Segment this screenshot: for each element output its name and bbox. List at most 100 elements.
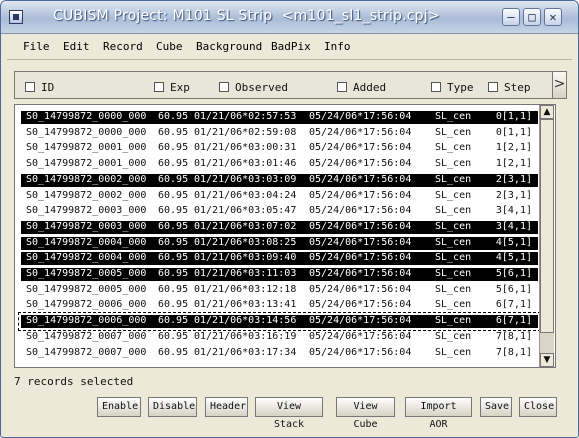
cell-exp: 60.95	[158, 111, 189, 122]
cell-id: S0_14799872_0007_000	[26, 346, 147, 358]
checkbox-icon[interactable]	[431, 82, 441, 92]
cell-id: S0_14799872_0005_000	[26, 268, 147, 279]
scroll-down-icon[interactable]: ▼	[540, 353, 554, 367]
column-toggle-step[interactable]: Step	[488, 81, 531, 94]
table-row[interactable]: S0_14799872_0005_000 60.95 01/21/06*03:12:…	[21, 284, 538, 297]
scroll-up-icon[interactable]: ▲	[540, 105, 554, 119]
menu-badpix[interactable]: BadPix	[271, 40, 311, 53]
checkbox-icon[interactable]	[154, 82, 164, 92]
table-row[interactable]: S0_14799872_0002_000 60.95 01/21/06*03:03:…	[21, 173, 538, 187]
cell-added: 05/24/06*17:56:04	[309, 142, 412, 154]
table-row[interactable]: S0_14799872_0006_000 60.95 01/21/06*03:13:…	[21, 299, 538, 312]
cell-id: S0_14799872_0002_000	[26, 173, 147, 185]
column-toggle-added[interactable]: Added	[337, 81, 386, 94]
table-row[interactable]: S0_14799872_0002_000 60.95 01/21/06*03:04:…	[21, 190, 538, 203]
cell-id: S0_14799872_0004_000	[26, 252, 147, 264]
cell-type: SL_cen	[435, 252, 472, 264]
cell-observed: 01/21/06*03:14:56	[194, 315, 297, 327]
scrollbar-thumb[interactable]	[540, 119, 554, 333]
cell-exp: 60.95	[158, 173, 189, 185]
checkbox-icon[interactable]	[488, 82, 498, 92]
column-toggle-id[interactable]: ID	[25, 81, 54, 94]
cell-exp: 60.95	[158, 346, 189, 358]
cell-exp: 60.95	[158, 142, 189, 154]
table-row[interactable]: S0_14799872_0006_000 60.95 01/21/06*03:14:…	[18, 312, 541, 332]
cell-type: SL_cen	[435, 346, 472, 358]
cell-exp: 60.95	[158, 205, 189, 217]
cell-exp: 60.95	[158, 220, 189, 232]
cell-type: SL_cen	[435, 111, 472, 122]
menu-edit[interactable]: Edit	[63, 40, 90, 53]
table-row[interactable]: S0_14799872_0004_000 60.95 01/21/06*03:08:…	[21, 236, 538, 250]
records-list[interactable]: S0_14799872_0000_000 60.95 01/21/06*02:57:…	[14, 104, 556, 368]
menu-record[interactable]: Record	[103, 40, 143, 53]
cell-observed: 01/21/06*02:59:08	[194, 126, 297, 138]
cell-type: SL_cen	[435, 126, 472, 138]
cell-added: 05/24/06*17:56:04	[309, 283, 412, 295]
table-row[interactable]: S0_14799872_0000_000 60.95 01/21/06*02:59:…	[21, 127, 538, 140]
enable-button[interactable]: Enable	[97, 397, 141, 417]
table-row[interactable]: S0_14799872_0007_000 60.95 01/21/06*03:16:…	[21, 331, 538, 344]
column-toggle-type[interactable]: Type	[431, 81, 474, 94]
column-label: Added	[353, 81, 387, 94]
cell-type: SL_cen	[435, 189, 472, 201]
table-row[interactable]: S0_14799872_0000_000 60.95 01/21/06*02:57:…	[21, 111, 538, 124]
menu-info[interactable]: Info	[324, 40, 351, 53]
cell-type: SL_cen	[435, 220, 472, 232]
table-row[interactable]: S0_14799872_0001_000 60.95 01/21/06*03:00:…	[21, 142, 538, 155]
cell-added: 05/24/06*17:56:04	[309, 189, 412, 201]
cell-observed: 01/21/06*03:07:02	[194, 220, 297, 232]
cell-observed: 01/21/06*03:13:41	[194, 299, 297, 311]
header-button[interactable]: Header	[205, 397, 248, 417]
menu-background[interactable]: Background	[196, 40, 262, 53]
cell-type: SL_cen	[435, 158, 472, 170]
cell-exp: 60.95	[158, 299, 189, 311]
close-button[interactable]: Close	[519, 397, 557, 417]
table-row[interactable]: S0_14799872_0001_000 60.95 01/21/06*03:01:…	[21, 158, 538, 171]
table-row[interactable]: S0_14799872_0004_000 60.95 01/21/06*03:09:…	[21, 252, 538, 266]
cell-added: 05/24/06*17:56:04	[309, 205, 412, 217]
table-row[interactable]: S0_14799872_0007_000 60.95 01/21/06*03:17:…	[21, 347, 538, 360]
view-cube-button[interactable]: View Cube	[336, 397, 395, 430]
table-row[interactable]: S0_14799872_0003_000 60.95 01/21/06*03:05:…	[21, 205, 538, 218]
column-scroll-right-button[interactable]: >	[552, 71, 567, 99]
column-label: ID	[41, 81, 55, 94]
cell-observed: 01/21/06*03:03:09	[194, 173, 297, 185]
cell-step: 1[2,1]	[495, 158, 532, 170]
import-aor-button[interactable]: Import AOR	[405, 397, 472, 430]
column-toggle-exp[interactable]: Exp	[154, 81, 190, 94]
menu-file[interactable]: File	[23, 40, 50, 53]
cell-exp: 60.95	[158, 268, 189, 279]
cell-step: 6[7,1]	[495, 299, 532, 311]
menu-cube[interactable]: Cube	[156, 40, 183, 53]
table-row[interactable]: S0_14799872_0003_000 60.95 01/21/06*03:07:…	[21, 220, 538, 234]
cell-step: 7[8,1]	[495, 346, 532, 358]
save-button[interactable]: Save	[480, 397, 512, 417]
checkbox-icon[interactable]	[219, 82, 229, 92]
column-label: Exp	[170, 81, 190, 94]
cell-id: S0_14799872_0003_000	[26, 205, 147, 217]
title-bar[interactable]: CUBISM Project: M101 SL Strip <m101_sl1_…	[1, 1, 578, 34]
cell-observed: 01/21/06*03:01:46	[194, 158, 297, 170]
app-icon[interactable]	[9, 10, 23, 24]
cell-observed: 01/21/06*03:00:31	[194, 142, 297, 154]
table-row[interactable]: S0_14799872_0005_000 60.95 01/21/06*03:11:…	[21, 268, 538, 281]
view-stack-button[interactable]: View Stack	[255, 397, 323, 430]
cell-added: 05/24/06*17:56:04	[309, 299, 412, 311]
cell-added: 05/24/06*17:56:04	[309, 315, 412, 327]
checkbox-icon[interactable]	[337, 82, 347, 92]
cell-id: S0_14799872_0002_000	[26, 189, 147, 201]
maximize-button[interactable]: □	[523, 8, 541, 26]
minimize-button[interactable]: –	[502, 8, 520, 26]
cell-step: 1[2,1]	[495, 142, 532, 154]
cell-exp: 60.95	[158, 236, 189, 248]
cell-id: S0_14799872_0007_000	[26, 330, 147, 342]
cell-step: 2[3,1]	[495, 189, 532, 201]
disable-button[interactable]: Disable	[148, 397, 197, 417]
close-window-button[interactable]: ✕	[544, 8, 562, 26]
checkbox-icon[interactable]	[25, 82, 35, 92]
cell-step: 0[1,1]	[495, 126, 532, 138]
cell-added: 05/24/06*17:56:04	[309, 158, 412, 170]
vertical-scrollbar[interactable]: ▲ ▼	[539, 105, 554, 367]
column-toggle-observed[interactable]: Observed	[219, 81, 288, 94]
